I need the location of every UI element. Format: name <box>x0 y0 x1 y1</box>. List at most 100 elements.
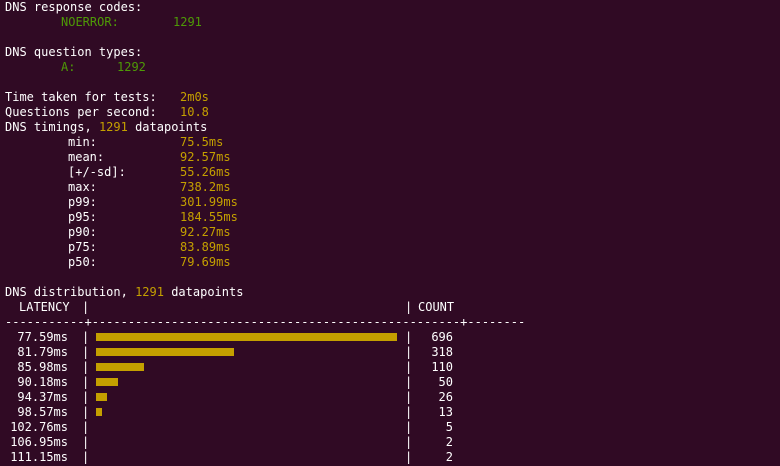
qps-value: 10.8 <box>180 105 209 119</box>
column-divider: | <box>405 420 413 434</box>
distribution-row: 106.95ms | | 2 <box>5 435 775 450</box>
count-value: 26 <box>438 390 453 404</box>
timing-value: 83.89ms <box>180 240 231 254</box>
distribution-row: 111.15ms | | 2 <box>5 450 775 465</box>
column-divider: | <box>405 390 413 404</box>
distribution-count: 1291 <box>135 285 164 299</box>
terminal-output: DNS response codes: NOERROR: 1291 DNS qu… <box>5 0 775 465</box>
column-divider: | <box>405 405 413 419</box>
column-divider: | <box>405 435 413 449</box>
column-divider: | <box>82 300 90 314</box>
timing-row: p50: 79.69ms <box>5 255 775 270</box>
timing-value: 75.5ms <box>180 135 224 149</box>
latency-value: 106.95ms <box>10 435 68 449</box>
latency-value: 98.57ms <box>17 405 68 419</box>
distribution-heading: DNS distribution, 1291 datapoints <box>5 285 775 300</box>
count-value: 5 <box>445 420 453 434</box>
qps-label: Questions per second: <box>5 105 157 119</box>
latency-value: 85.98ms <box>17 360 68 374</box>
latency-value: 111.15ms <box>10 450 68 464</box>
timing-label: mean: <box>68 150 105 164</box>
count-value: 318 <box>431 345 453 359</box>
histogram-bar <box>96 333 397 341</box>
count-value: 50 <box>438 375 453 389</box>
time-taken-row: Time taken for tests: 2m0s <box>5 90 775 105</box>
timing-value: 184.55ms <box>180 210 238 224</box>
timing-row: mean: 92.57ms <box>5 150 775 165</box>
latency-value: 77.59ms <box>17 330 68 344</box>
column-divider: | <box>405 345 413 359</box>
timing-label: p50: <box>68 255 97 269</box>
count-value: 696 <box>431 330 453 344</box>
timing-row: min: 75.5ms <box>5 135 775 150</box>
distribution-row: 90.18ms | | 50 <box>5 375 775 390</box>
count-value: 2 <box>445 450 453 464</box>
question-type-value: 1292 <box>117 60 146 74</box>
timing-value: 79.69ms <box>180 255 231 269</box>
distribution-row: 85.98ms | | 110 <box>5 360 775 375</box>
latency-value: 81.79ms <box>17 345 68 359</box>
timing-value: 92.57ms <box>180 150 231 164</box>
column-divider: | <box>82 405 90 419</box>
timing-value: 55.26ms <box>180 165 231 179</box>
timing-label: p95: <box>68 210 97 224</box>
distribution-row: 98.57ms | | 13 <box>5 405 775 420</box>
response-code-value: 1291 <box>173 15 202 29</box>
latency-column-header: LATENCY <box>19 300 70 314</box>
column-divider: | <box>405 450 413 464</box>
timing-value: 92.27ms <box>180 225 231 239</box>
question-type-label: A: <box>61 60 76 74</box>
column-divider: | <box>82 375 90 389</box>
timing-label: p75: <box>68 240 97 254</box>
timing-value: 738.2ms <box>180 180 231 194</box>
count-value: 13 <box>438 405 453 419</box>
qps-row: Questions per second: 10.8 <box>5 105 775 120</box>
distribution-row: 102.76ms | | 5 <box>5 420 775 435</box>
histogram-bar <box>96 363 144 371</box>
latency-value: 102.76ms <box>10 420 68 434</box>
column-divider: | <box>82 450 90 464</box>
column-divider: | <box>405 360 413 374</box>
column-divider: | <box>82 330 90 344</box>
count-column-header: COUNT <box>418 300 455 314</box>
latency-value: 90.18ms <box>17 375 68 389</box>
histogram-bar <box>96 408 102 416</box>
distribution-header-row: LATENCY | | COUNT <box>5 300 775 315</box>
timings-heading-prefix: DNS timings, <box>5 120 92 134</box>
count-value: 2 <box>445 435 453 449</box>
response-codes-heading: DNS response codes: <box>5 0 143 14</box>
timing-label: max: <box>68 180 97 194</box>
histogram-bar <box>96 393 107 401</box>
column-divider: | <box>82 360 90 374</box>
distribution-row: 94.37ms | | 26 <box>5 390 775 405</box>
timing-row: p90: 92.27ms <box>5 225 775 240</box>
column-divider: | <box>82 390 90 404</box>
time-taken-value: 2m0s <box>180 90 209 104</box>
timings-heading: DNS timings, 1291 datapoints <box>5 120 775 135</box>
timings-count: 1291 <box>98 120 128 134</box>
response-code-label: NOERROR: <box>61 15 119 29</box>
distribution-row: 77.59ms | | 696 <box>5 330 775 345</box>
distribution-separator: -----------+----------------------------… <box>5 315 526 329</box>
timing-label: min: <box>68 135 97 149</box>
column-divider: | <box>82 420 90 434</box>
column-divider: | <box>405 300 413 314</box>
timing-label: [+/-sd]: <box>68 165 126 179</box>
timing-label: p90: <box>68 225 97 239</box>
latency-value: 94.37ms <box>17 390 68 404</box>
distribution-row: 81.79ms | | 318 <box>5 345 775 360</box>
timing-label: p99: <box>68 195 97 209</box>
question-type-row: A: 1292 <box>5 60 775 75</box>
timing-row: p75: 83.89ms <box>5 240 775 255</box>
timings-heading-suffix: datapoints <box>135 120 208 134</box>
timing-row: [+/-sd]: 55.26ms <box>5 165 775 180</box>
timing-row: max: 738.2ms <box>5 180 775 195</box>
column-divider: | <box>82 345 90 359</box>
question-types-heading: DNS question types: <box>5 45 143 59</box>
column-divider: | <box>82 435 90 449</box>
distribution-heading-prefix: DNS distribution, <box>5 285 128 299</box>
response-code-row: NOERROR: 1291 <box>5 15 775 30</box>
timing-row: p99: 301.99ms <box>5 195 775 210</box>
distribution-rows: 77.59ms | | 696 81.79ms | | 318 85.98ms | | 110 90.1… <box>5 330 775 465</box>
distribution-heading-suffix: datapoints <box>171 285 244 299</box>
